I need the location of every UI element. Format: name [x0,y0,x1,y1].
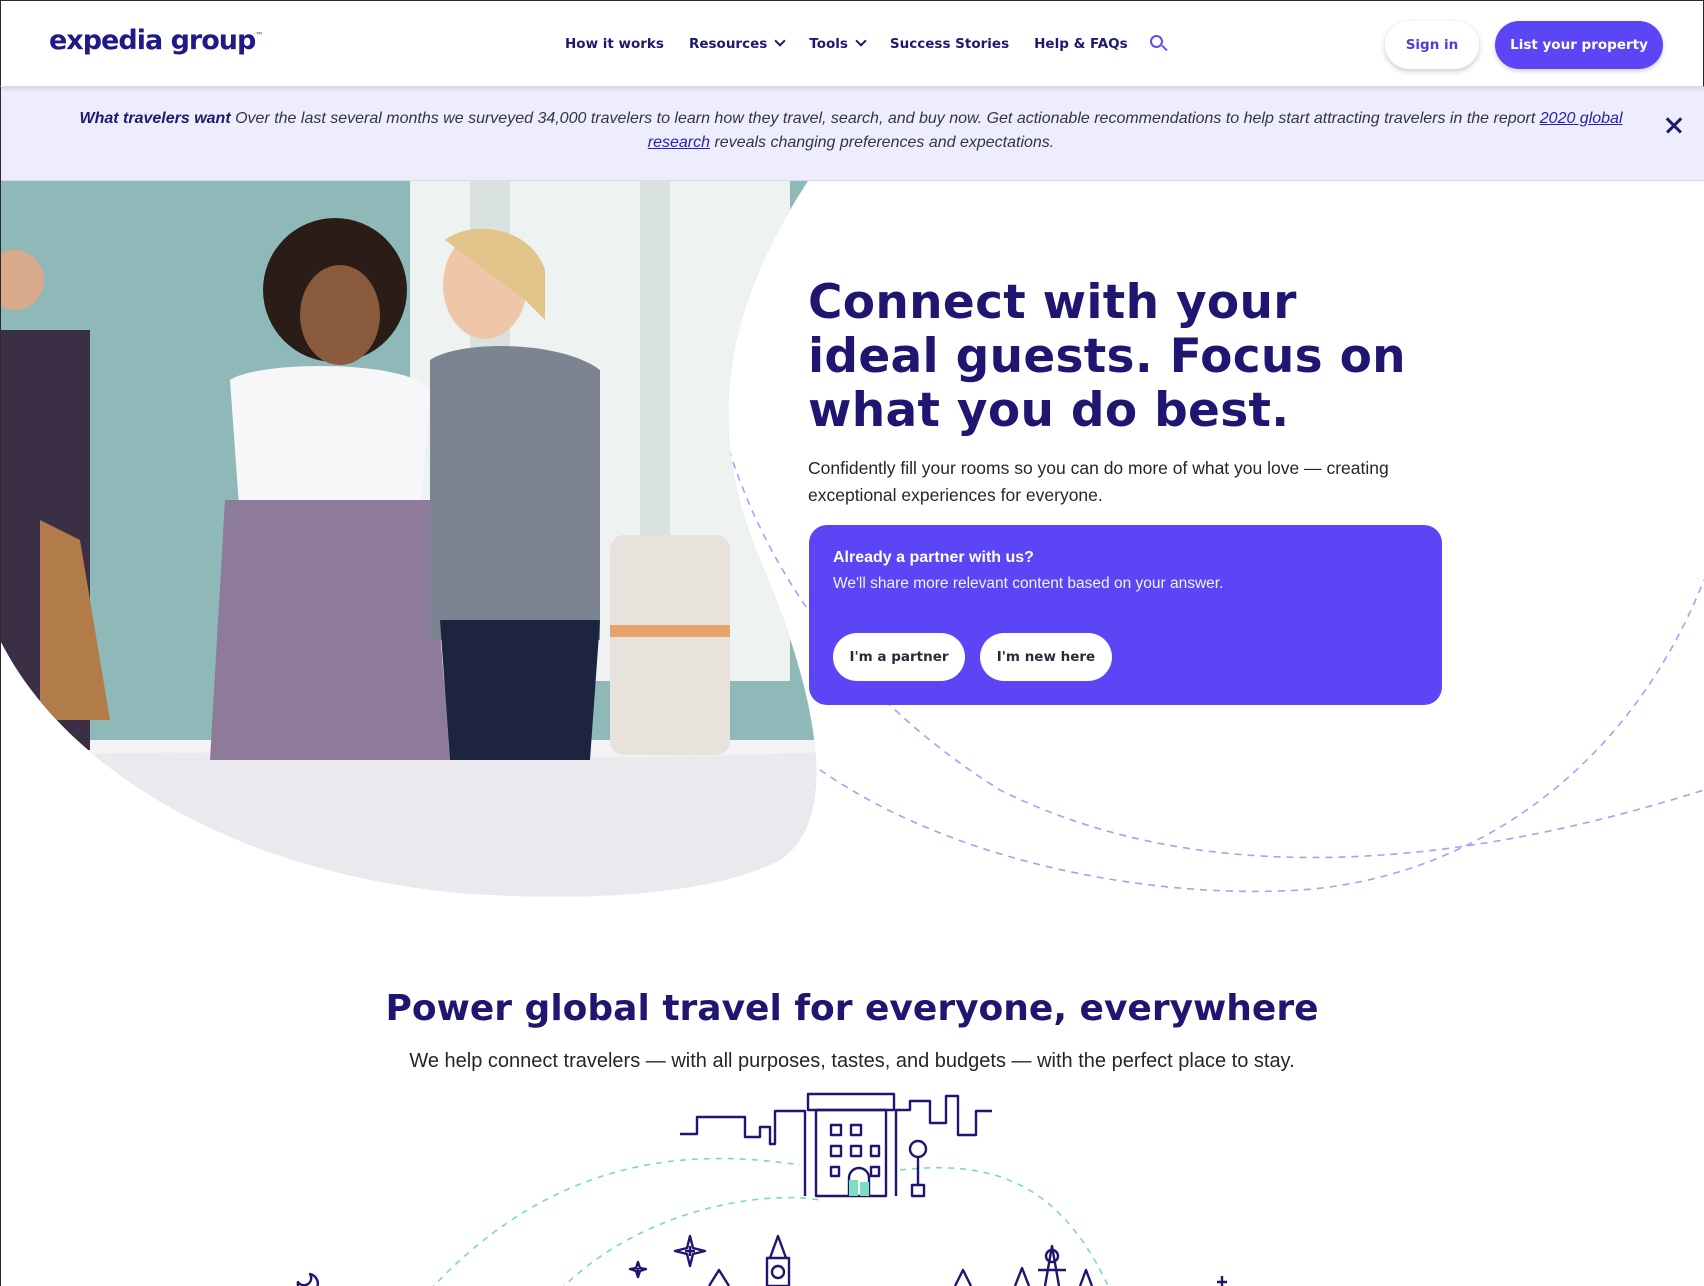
nav-how-it-works[interactable]: How it works [565,36,664,52]
nav-success-stories-label: Success Stories [889,36,1010,52]
main-nav: How it works Resources Tools Success Sto… [565,35,1168,53]
nav-how-it-works-label: How it works [565,36,664,52]
search-icon[interactable] [1149,35,1168,53]
window-edge [0,87,1,1286]
nav-resources-label: Resources [688,36,768,52]
nav-help-faqs[interactable]: Help & FAQs [1034,36,1128,52]
announcement-banner: What travelers want Over the last severa… [0,87,1704,181]
banner-tail: reveals changing preferences and expecta… [710,134,1055,151]
nav-help-faqs-label: Help & FAQs [1034,36,1128,52]
logo-trademark: ™ [255,31,263,40]
nav-resources[interactable]: Resources [688,35,786,52]
chevron-down-icon [774,35,786,47]
list-property-button[interactable]: List your property [1495,21,1663,69]
banner-message: What travelers want Over the last severa… [71,107,1631,155]
logo-text: expedia group [49,25,256,56]
nav-tools-label: Tools [809,36,848,52]
site-header: expedia group™ How it works Resources To… [0,0,1704,87]
banner-text: Over the last several months we surveyed… [230,110,1540,127]
nav-success-stories[interactable]: Success Stories [890,36,1009,52]
close-icon[interactable] [1662,114,1686,138]
nav-tools[interactable]: Tools [809,35,867,52]
chevron-down-icon [855,35,867,47]
expedia-group-logo[interactable]: expedia group™ [49,25,263,56]
sign-in-button[interactable]: Sign in [1385,21,1479,69]
banner-lead: What travelers want [79,110,231,127]
city-illustration [296,1092,1227,1286]
